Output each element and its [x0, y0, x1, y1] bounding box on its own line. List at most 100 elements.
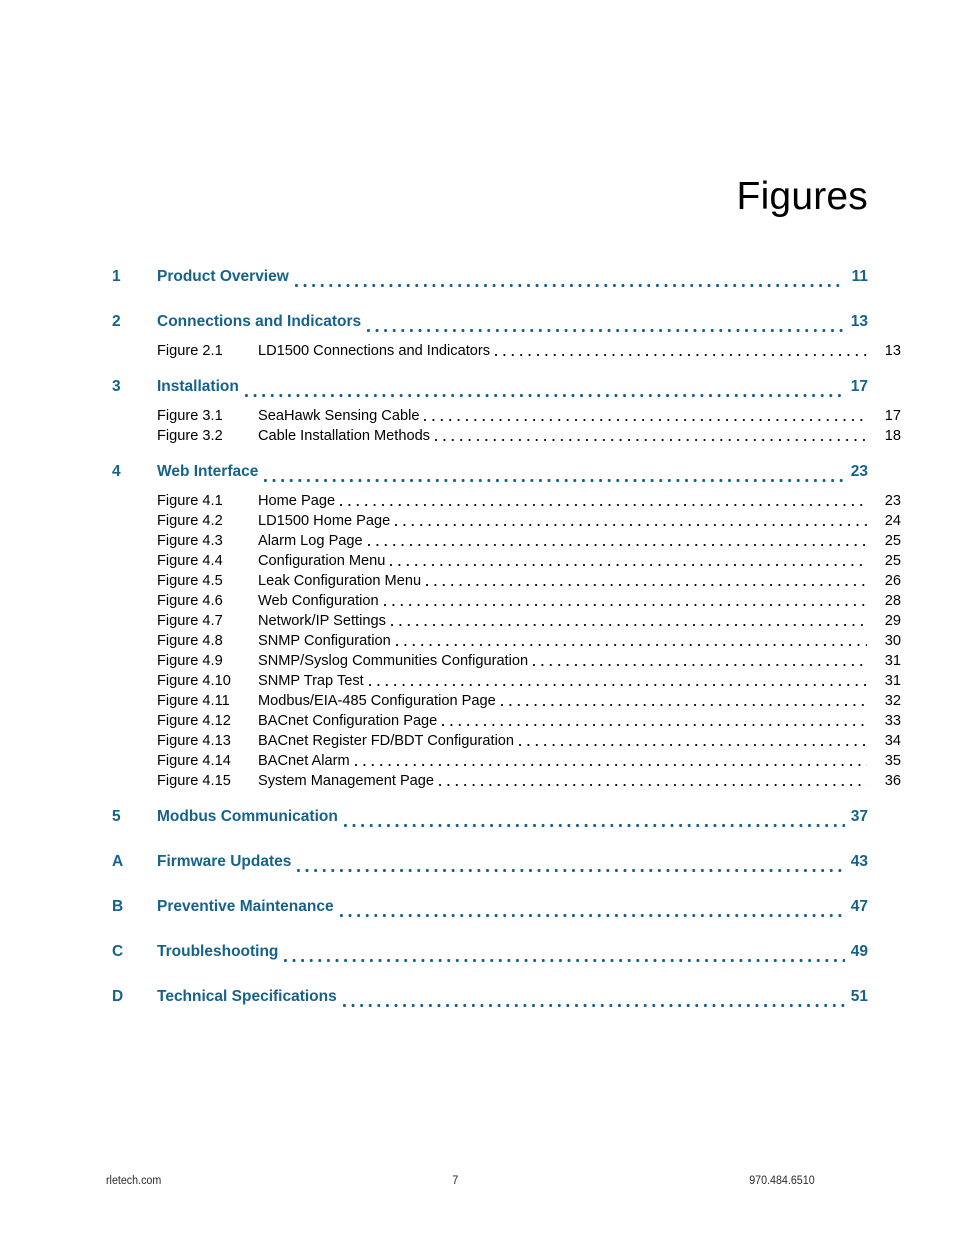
- toc-chapter-page-number: 13: [850, 313, 868, 330]
- toc-chapter-entry-troubleshooting[interactable]: C Troubleshooting 49: [112, 943, 868, 973]
- toc-figure-label: Figure 4.1: [157, 493, 223, 509]
- toc-figure-page-number: 25: [884, 553, 901, 569]
- toc-figure-title: Home Page: [258, 493, 336, 509]
- toc-chapter-entry-installation[interactable]: 3 Installation 17: [112, 378, 868, 408]
- toc-chapter-page-number: 37: [850, 808, 868, 825]
- toc-figure-label: Figure 4.6: [157, 593, 223, 609]
- toc-chapter-number: 2: [112, 313, 121, 330]
- toc-figure-entry-figure-4-3[interactable]: Figure 4.3 Alarm Log Page 25: [112, 533, 913, 553]
- toc-chapter-title: Technical Specifications: [157, 988, 337, 1005]
- toc-chapter-number: 1: [112, 268, 121, 285]
- toc-dot-leader: [343, 816, 845, 831]
- toc-figure-title: BACnet Alarm: [258, 753, 350, 769]
- toc-dot-leader: [519, 737, 867, 749]
- toc-chapter-number: A: [112, 853, 124, 870]
- toc-figure-label: Figure 4.8: [157, 633, 223, 649]
- toc-chapter-page-number: 49: [850, 943, 868, 960]
- toc-figure-entry-figure-2-1[interactable]: Figure 2.1 LD1500 Connections and Indicat…: [112, 343, 913, 363]
- toc-dot-leader: [395, 637, 867, 649]
- toc-figure-label: Figure 4.10: [157, 673, 231, 689]
- toc-dot-leader: [354, 757, 867, 769]
- toc-figure-entry-figure-4-1[interactable]: Figure 4.1 Home Page 23: [112, 493, 913, 513]
- toc-figure-entry-figure-4-13[interactable]: Figure 4.13 BACnet Register FD/BDT Config…: [112, 733, 913, 753]
- toc-figure-label: Figure 3.1: [157, 408, 223, 424]
- toc-figure-title: Web Configuration: [258, 593, 379, 609]
- toc-chapter-title: Product Overview: [157, 268, 289, 285]
- toc-figure-page-number: 25: [884, 533, 901, 549]
- toc-figure-entry-figure-4-5[interactable]: Figure 4.5 Leak Configuration Menu 26: [112, 573, 913, 593]
- toc-group-spacer: [112, 883, 868, 894]
- toc-dot-leader: [442, 717, 867, 729]
- toc-dot-leader: [439, 777, 867, 789]
- toc-chapter-page-number: 11: [851, 268, 868, 285]
- toc-figure-title: BACnet Configuration Page: [258, 713, 438, 729]
- toc-chapter-title: Troubleshooting: [157, 943, 279, 960]
- toc-figure-entry-figure-4-6[interactable]: Figure 4.6 Web Configuration 28: [112, 593, 913, 613]
- toc-chapter-page-number: 23: [850, 463, 868, 480]
- toc-figure-page-number: 24: [884, 513, 901, 529]
- toc-figure-label: Figure 4.7: [157, 613, 223, 629]
- toc-dot-leader: [342, 996, 845, 1011]
- toc-figure-title: SeaHawk Sensing Cable: [258, 408, 420, 424]
- figures-table-of-contents: 1 Product Overview 11 2 Connections and Indi…: [112, 268, 901, 1018]
- toc-chapter-entry-product-overview[interactable]: 1 Product Overview 11: [112, 268, 868, 298]
- toc-chapter-entry-connections-and-indicators[interactable]: 2 Connections and Indicators 13: [112, 313, 868, 343]
- toc-chapter-entry-firmware-updates[interactable]: A Firmware Updates 43: [112, 853, 868, 883]
- toc-figure-page-number: 36: [884, 773, 901, 789]
- toc-figure-entry-figure-4-9[interactable]: Figure 4.9 SNMP/Syslog Communities Config…: [112, 653, 913, 673]
- toc-figure-entry-figure-4-11[interactable]: Figure 4.11 Modbus/EIA-485 Configuration …: [112, 693, 913, 713]
- toc-figure-entry-figure-4-4[interactable]: Figure 4.4 Configuration Menu 25: [112, 553, 913, 573]
- toc-figure-entry-figure-4-15[interactable]: Figure 4.15 System Management Page 36: [112, 773, 913, 793]
- toc-group-spacer: [112, 793, 868, 804]
- toc-chapter-entry-web-interface[interactable]: 4 Web Interface 23: [112, 463, 868, 493]
- toc-figure-entry-figure-4-14[interactable]: Figure 4.14 BACnet Alarm 35: [112, 753, 913, 773]
- toc-figure-title: Configuration Menu: [258, 553, 386, 569]
- toc-group-spacer: [112, 448, 868, 459]
- toc-figure-entry-figure-3-2[interactable]: Figure 3.2 Cable Installation Methods 18: [112, 428, 913, 448]
- toc-figure-label: Figure 3.2: [157, 428, 223, 444]
- toc-chapter-title: Installation: [157, 378, 239, 395]
- toc-group-spacer: [112, 838, 868, 849]
- toc-figure-title: Network/IP Settings: [258, 613, 386, 629]
- toc-dot-leader: [500, 697, 867, 709]
- toc-figure-entry-figure-4-8[interactable]: Figure 4.8 SNMP Configuration 30: [112, 633, 913, 653]
- toc-dot-leader: [395, 517, 867, 529]
- toc-figure-entry-figure-4-7[interactable]: Figure 4.7 Network/IP Settings 29: [112, 613, 913, 633]
- toc-dot-leader: [367, 537, 867, 549]
- toc-figure-page-number: 34: [884, 733, 901, 749]
- toc-figure-label: Figure 4.14: [157, 753, 231, 769]
- toc-chapter-title: Modbus Communication: [157, 808, 338, 825]
- toc-figure-entry-figure-3-1[interactable]: Figure 3.1 SeaHawk Sensing Cable 17: [112, 408, 913, 428]
- toc-chapter-page-number: 17: [850, 378, 868, 395]
- toc-figure-title: LD1500 Home Page: [258, 513, 391, 529]
- toc-dot-leader: [244, 386, 845, 401]
- toc-chapter-number: D: [112, 988, 124, 1005]
- toc-chapter-page-number: 51: [850, 988, 868, 1005]
- toc-figure-page-number: 23: [884, 493, 901, 509]
- toc-figure-label: Figure 4.9: [157, 653, 223, 669]
- toc-chapter-entry-modbus-communication[interactable]: 5 Modbus Communication 37: [112, 808, 868, 838]
- page-footer: rletech.com 7 970.484.6510: [106, 1173, 815, 1189]
- toc-figure-title: SNMP Configuration: [258, 633, 391, 649]
- toc-figure-page-number: 29: [884, 613, 901, 629]
- toc-dot-leader: [390, 617, 867, 629]
- toc-dot-leader: [495, 347, 867, 359]
- toc-chapter-title: Web Interface: [157, 463, 259, 480]
- toc-figure-title: Alarm Log Page: [258, 533, 363, 549]
- toc-dot-leader: [434, 432, 867, 444]
- toc-dot-leader: [297, 861, 845, 876]
- toc-figure-label: Figure 4.13: [157, 733, 231, 749]
- toc-figure-entry-figure-4-10[interactable]: Figure 4.10 SNMP Trap Test 31: [112, 673, 913, 693]
- toc-dot-leader: [383, 597, 867, 609]
- toc-figure-title: System Management Page: [258, 773, 435, 789]
- toc-chapter-number: C: [112, 943, 124, 960]
- toc-group-spacer: [112, 363, 868, 374]
- toc-figure-page-number: 18: [884, 428, 901, 444]
- toc-figure-entry-figure-4-2[interactable]: Figure 4.2 LD1500 Home Page 24: [112, 513, 913, 533]
- toc-dot-leader: [340, 497, 867, 509]
- toc-figure-entry-figure-4-12[interactable]: Figure 4.12 BACnet Configuration Page 33: [112, 713, 913, 733]
- toc-chapter-number: 5: [112, 808, 121, 825]
- toc-chapter-entry-technical-specifications[interactable]: D Technical Specifications 51: [112, 988, 868, 1018]
- toc-dot-leader: [294, 276, 845, 291]
- toc-chapter-entry-preventive-maintenance[interactable]: B Preventive Maintenance 47: [112, 898, 868, 928]
